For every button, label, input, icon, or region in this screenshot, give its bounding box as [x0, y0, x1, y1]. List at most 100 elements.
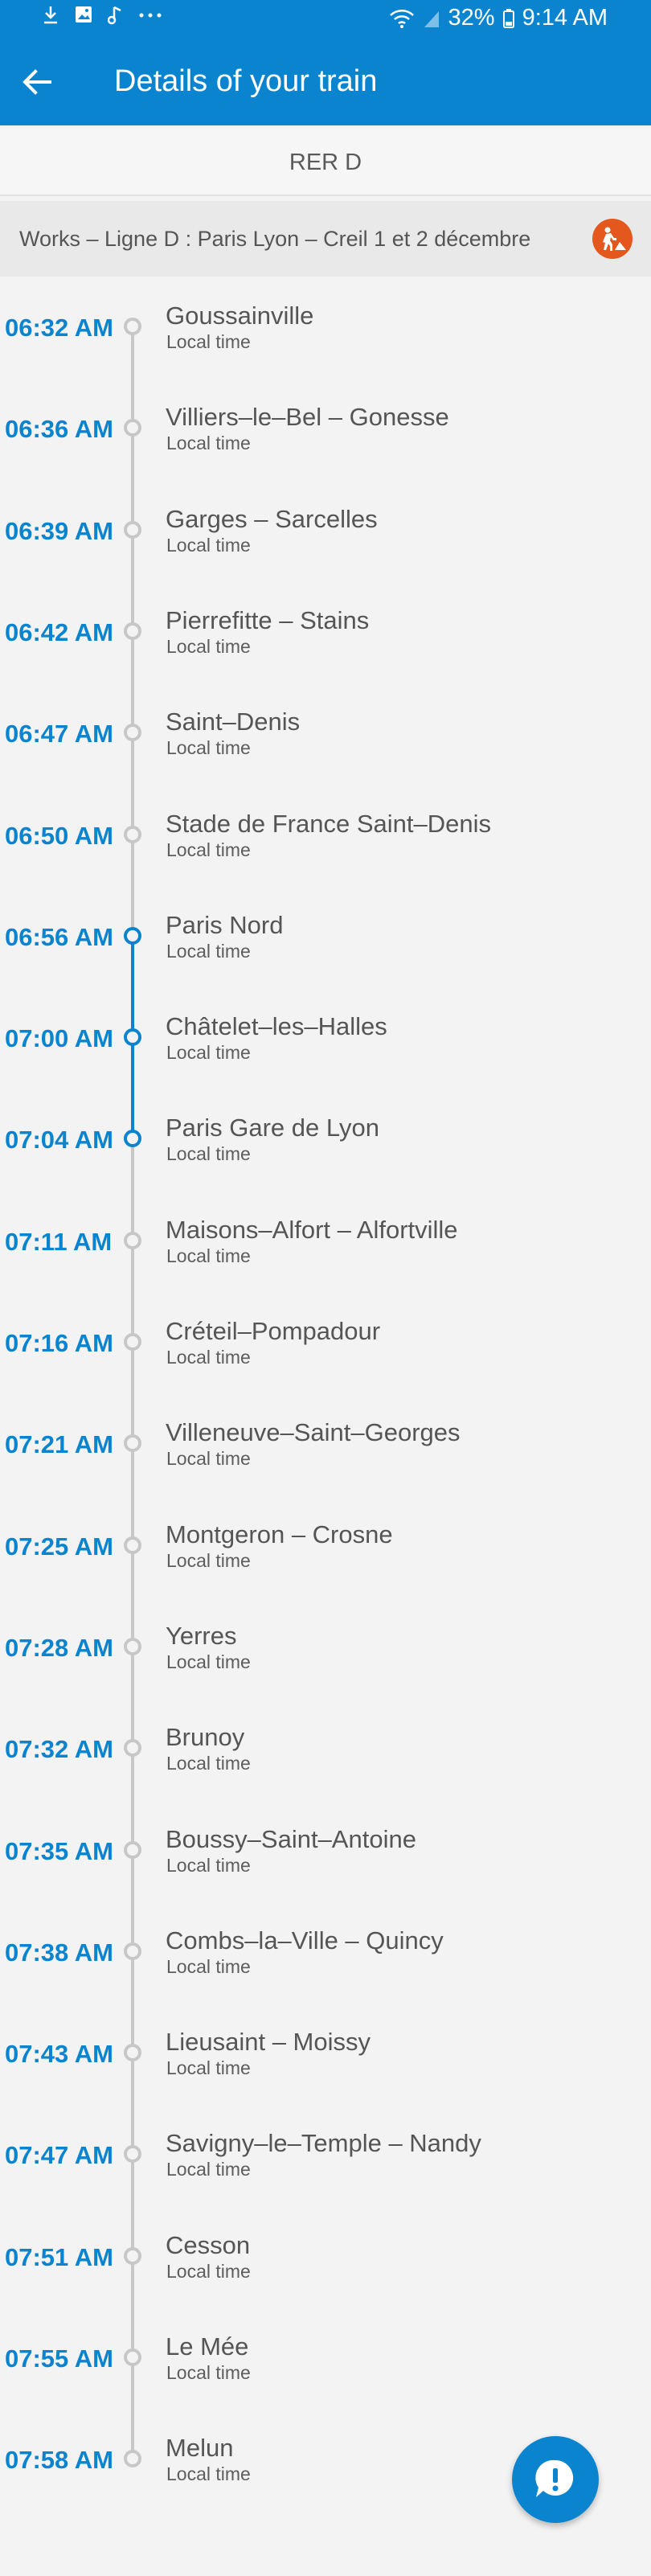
stop-dot-icon [124, 2145, 141, 2164]
battery-level: 32% [448, 5, 495, 31]
stop-row[interactable]: 07:43 AM Lieusaint – Moissy Local time [0, 2028, 651, 2133]
stop-row[interactable]: 07:21 AM Villeneuve–Saint–Georges Local ti… [0, 1418, 651, 1524]
stop-dot-icon [124, 1840, 141, 1859]
stop-dot-icon [124, 1942, 141, 1960]
stop-time: 07:43 AM [5, 2040, 113, 2069]
stop-time-note: Local time [166, 1955, 251, 1977]
stop-dot-icon [124, 1231, 141, 1249]
stop-time-note: Local time [166, 1448, 251, 1470]
signal-icon [423, 8, 440, 29]
stop-name: Paris Gare de Lyon [166, 1114, 379, 1142]
stop-time: 06:47 AM [5, 720, 113, 749]
report-issue-button[interactable] [512, 2436, 599, 2523]
stop-row[interactable]: 06:42 AM Pierrefitte – Stains Local time [0, 606, 651, 712]
stop-dot-icon [124, 1434, 141, 1453]
stop-time: 06:42 AM [5, 617, 113, 646]
stop-row[interactable]: 06:39 AM Garges – Sarcelles Local time [0, 505, 651, 610]
image-icon [74, 5, 93, 26]
stop-dot-icon [124, 1637, 141, 1655]
stop-row[interactable]: 07:00 AM Châtelet–les–Halles Local time [0, 1012, 651, 1118]
stop-row[interactable]: 07:51 AM Cesson Local time [0, 2231, 651, 2336]
stop-row[interactable]: 07:16 AM Créteil–Pompadour Local time [0, 1317, 651, 1422]
stop-dot-icon [124, 2044, 141, 2062]
stop-name: Villeneuve–Saint–Georges [166, 1418, 461, 1447]
page-title: Details of your train [114, 64, 378, 98]
stop-dot-icon [124, 621, 141, 640]
stop-row[interactable]: 07:38 AM Combs–la–Ville – Quincy Local tim… [0, 1926, 651, 2032]
stop-dot-icon [124, 1536, 141, 1554]
stop-row[interactable]: 06:36 AM Villiers–le–Bel – Gonesse Local t… [0, 403, 651, 508]
stop-time-note: Local time [166, 2463, 251, 2485]
line-name: RER D [289, 150, 362, 175]
stop-dot-icon [124, 724, 141, 742]
stop-row[interactable]: 07:11 AM Maisons–Alfort – Alfortville Loca… [0, 1216, 651, 1321]
stop-name: Garges – Sarcelles [166, 504, 378, 533]
more-dots-icon [138, 5, 162, 26]
stop-time-note: Local time [166, 839, 251, 860]
stop-dot-icon [124, 318, 141, 335]
stop-time-note: Local time [166, 2057, 251, 2079]
stop-name: Paris Nord [166, 910, 284, 939]
stop-dot-icon [124, 926, 141, 945]
alert-text: Works – Ligne D : Paris Lyon – Creil 1 e… [19, 227, 531, 251]
stop-row[interactable]: 07:28 AM Yerres Local time [0, 1622, 651, 1727]
stop-time: 07:28 AM [5, 1633, 113, 1662]
stop-time: 06:32 AM [5, 314, 113, 342]
stop-name: Savigny–le–Temple – Nandy [166, 2129, 481, 2158]
stop-dot-icon [124, 1130, 141, 1148]
stop-row[interactable]: 06:32 AM Goussainville Local time [0, 301, 651, 407]
stop-row[interactable]: 07:35 AM Boussy–Saint–Antoine Local time [0, 1825, 651, 1930]
stop-time-note: Local time [166, 1753, 251, 1774]
stop-time-note: Local time [166, 534, 251, 556]
status-bar-system: 32% 9:14 AM [389, 5, 608, 31]
stop-row[interactable]: 07:55 AM Le Mée Local time [0, 2332, 651, 2438]
stop-row[interactable]: 07:04 AM Paris Gare de Lyon Local time [0, 1114, 651, 1219]
stop-dot-icon [124, 520, 141, 539]
stop-time-note: Local time [166, 635, 251, 657]
stop-name: Lieusaint – Moissy [166, 2028, 371, 2057]
stop-name: Boussy–Saint–Antoine [166, 1824, 416, 1853]
stop-time: 06:50 AM [5, 821, 113, 850]
stop-row[interactable]: 07:47 AM Savigny–le–Temple – Nandy Local t… [0, 2129, 651, 2234]
stop-name: Goussainville [166, 301, 314, 330]
status-bar: 32% 9:14 AM [0, 0, 651, 39]
disruption-alert[interactable]: Works – Ligne D : Paris Lyon – Creil 1 e… [0, 201, 651, 277]
stop-time: 06:56 AM [5, 922, 113, 951]
stop-row[interactable]: 07:25 AM Montgeron – Crosne Local time [0, 1520, 651, 1626]
stop-dot-icon [124, 1333, 141, 1351]
clock: 9:14 AM [522, 5, 608, 31]
line-header: RER D [0, 129, 651, 196]
stop-time: 06:39 AM [5, 516, 113, 545]
stop-name: Châtelet–les–Halles [166, 1012, 387, 1041]
stop-row[interactable]: 06:50 AM Stade de France Saint–Denis Local… [0, 810, 651, 915]
stop-time-note: Local time [166, 331, 251, 352]
back-button[interactable] [18, 63, 56, 101]
status-bar-notifications [42, 5, 162, 26]
stop-time: 07:55 AM [5, 2344, 113, 2373]
stop-name: Pierrefitte – Stains [166, 605, 370, 634]
stop-dot-icon [124, 2450, 141, 2468]
stop-dot-icon [124, 825, 141, 843]
stop-time: 07:51 AM [5, 2242, 113, 2271]
stop-time: 07:35 AM [5, 1836, 113, 1865]
stop-name: Combs–la–Ville – Quincy [166, 1926, 444, 1955]
stop-time-note: Local time [166, 1143, 251, 1165]
stop-row[interactable]: 06:56 AM Paris Nord Local time [0, 911, 651, 1016]
stop-row[interactable]: 07:32 AM Brunoy Local time [0, 1723, 651, 1828]
stop-name: Maisons–Alfort – Alfortville [166, 1215, 458, 1244]
stop-name: Le Mée [166, 2332, 249, 2361]
arrow-back-icon [23, 69, 51, 95]
stop-time-note: Local time [166, 940, 251, 962]
stop-row[interactable]: 06:47 AM Saint–Denis Local time [0, 708, 651, 813]
stop-time: 07:16 AM [5, 1329, 113, 1357]
download-icon [42, 5, 59, 26]
stop-time: 07:47 AM [5, 2141, 113, 2170]
stop-time-note: Local time [166, 2159, 251, 2180]
stop-time-note: Local time [166, 1854, 251, 1876]
stop-time: 07:11 AM [5, 1227, 113, 1256]
stop-name: Montgeron – Crosne [166, 1520, 393, 1548]
stop-time: 07:21 AM [5, 1430, 113, 1459]
stop-time: 07:32 AM [5, 1735, 113, 1764]
stop-time-note: Local time [166, 1042, 251, 1064]
stop-dot-icon [124, 419, 141, 437]
